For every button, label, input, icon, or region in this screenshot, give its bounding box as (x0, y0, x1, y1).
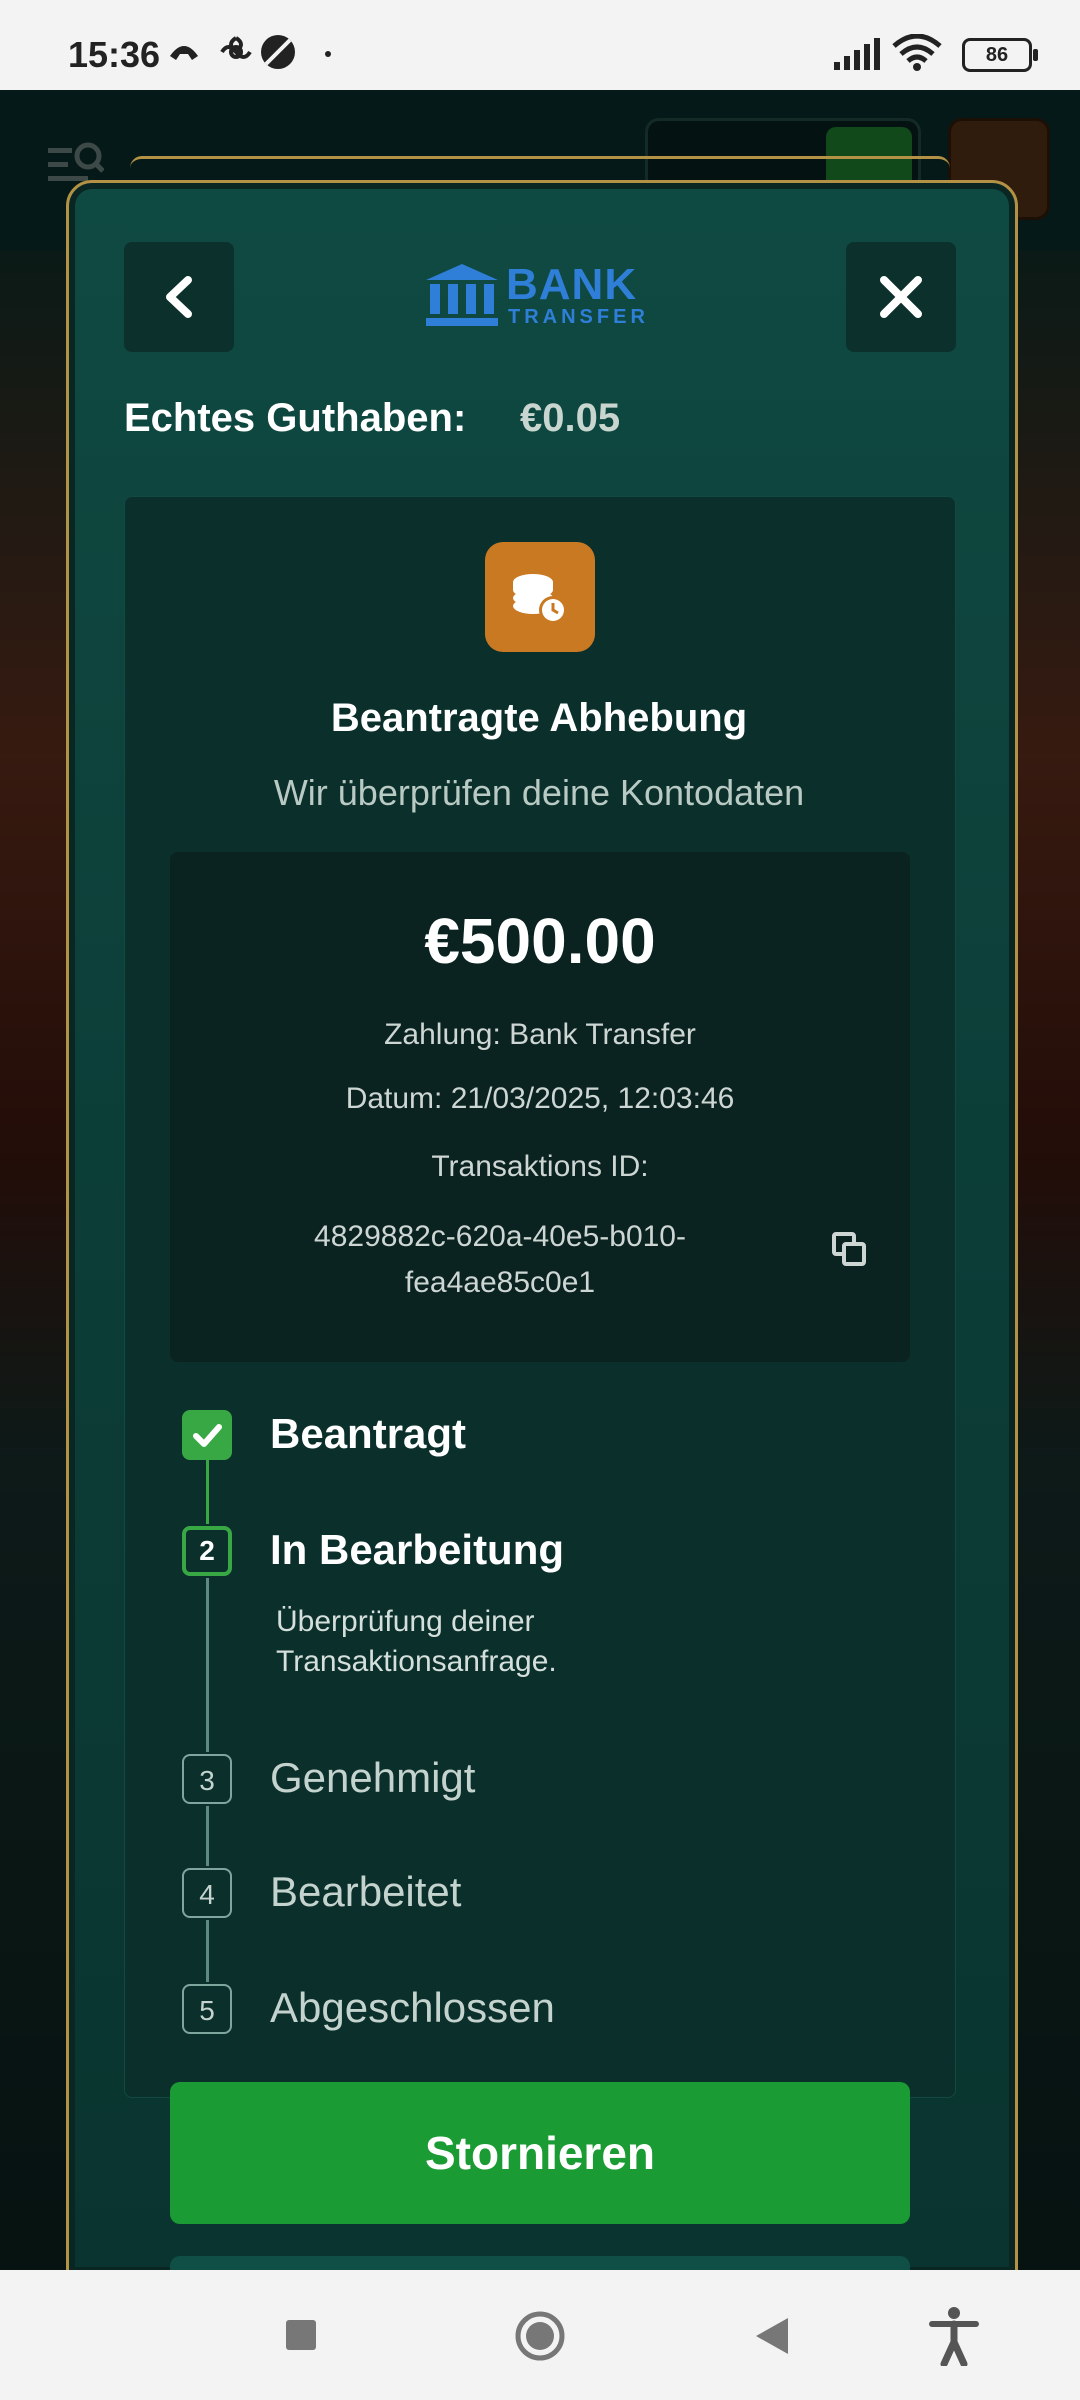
cancel-withdrawal-button[interactable]: Stornieren (170, 2082, 910, 2224)
bank-transfer-logo: BANK TRANSFER (424, 260, 664, 330)
transaction-details: €500.00 Zahlung: Bank Transfer Datum: 21… (170, 852, 910, 1362)
withdrawal-subtitle: Wir überprüfen deine Kontodaten (273, 772, 805, 813)
step-5-label: Abgeschlossen (270, 1984, 555, 2031)
step-2-description: Überprüfung deiner Transaktionsanfrage. (276, 1602, 776, 1682)
copy-icon[interactable] (830, 1230, 870, 1270)
status-time: 15:36 (68, 34, 161, 75)
close-icon (880, 276, 922, 318)
transaction-id-line2: fea4ae85c0e1 (404, 1266, 596, 1299)
close-button[interactable] (846, 242, 956, 352)
wifi-icon (892, 34, 942, 71)
status-bar: 15:36 86 (0, 0, 1080, 90)
modal-frame-decoration (130, 156, 950, 179)
step-done-check-icon (182, 1410, 232, 1460)
home-icon[interactable] (514, 2310, 566, 2362)
chevron-left-icon (166, 276, 192, 318)
transaction-id-line1: 4829882c-620a-40e5-b010- (314, 1220, 686, 1253)
step-4-label: Bearbeitet (270, 1868, 462, 1915)
step-connector (206, 1920, 209, 1982)
real-balance-label: Echtes Guthaben: (124, 396, 467, 440)
step-2-label: In Bearbeitung (270, 1526, 565, 1573)
back-nav-icon[interactable] (752, 2316, 792, 2356)
step-5-number: 5 (182, 1984, 232, 2034)
brand-transfer-text: TRANSFER (508, 306, 649, 328)
step-3-label: Genehmigt (270, 1754, 476, 1801)
real-balance-value: €0.05 (520, 396, 621, 440)
accessibility-icon[interactable] (928, 2306, 980, 2366)
bank-building-icon (426, 264, 498, 326)
withdrawal-title: Beantragte Abhebung (330, 696, 748, 740)
step-connector (206, 1460, 209, 1524)
brand-bank-text: BANK (506, 260, 638, 309)
step-4-number: 4 (182, 1868, 232, 1918)
transaction-date: Datum: 21/03/2025, 12:03:46 (345, 1082, 735, 1115)
payment-method: Zahlung: Bank Transfer (384, 1018, 696, 1051)
step-2-description-line2: Transaktionsanfrage. (276, 1645, 557, 1678)
step-connector (206, 1806, 209, 1866)
back-button[interactable] (124, 242, 234, 352)
signal-icon (834, 38, 880, 70)
system-nav-bar (0, 2270, 1080, 2400)
step-3-number: 3 (182, 1754, 232, 1804)
step-2-description-line1: Überprüfung deiner (276, 1605, 535, 1638)
recents-icon[interactable] (284, 2318, 318, 2352)
coins-clock-icon (485, 542, 595, 652)
withdrawal-amount: €500.00 (424, 905, 656, 977)
notification-icons (170, 35, 331, 69)
transaction-id-label: Transaktions ID: (431, 1150, 649, 1183)
transaction-id: 4829882c-620a-40e5-b010- fea4ae85c0e1 (260, 1214, 740, 1306)
step-1-label: Beantragt (270, 1410, 467, 1457)
step-2-number: 2 (182, 1526, 232, 1576)
step-connector (206, 1578, 209, 1752)
battery-icon: 86 (962, 38, 1038, 72)
status-right: 86 (832, 34, 1038, 74)
